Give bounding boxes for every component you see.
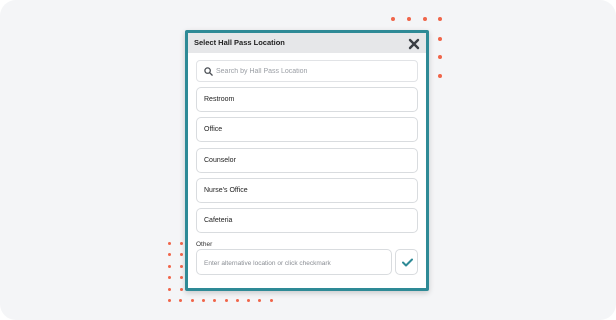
other-location-input[interactable]	[204, 257, 386, 269]
decorative-dot	[423, 17, 427, 21]
confirm-other-button[interactable]	[395, 249, 418, 275]
decorative-dot	[180, 276, 183, 279]
location-option[interactable]: Office	[196, 117, 418, 143]
close-button[interactable]	[408, 37, 420, 50]
search-icon	[204, 67, 213, 76]
decorative-dot	[258, 299, 262, 302]
location-list: Restroom Office Counselor Nurse's Office…	[196, 87, 418, 238]
decorative-dot	[235, 299, 239, 302]
decorative-dot	[180, 288, 183, 291]
other-label: Other	[196, 241, 213, 248]
location-option[interactable]: Cafeteria	[196, 208, 418, 234]
decorative-dot	[213, 299, 217, 302]
decorative-dot	[168, 264, 171, 268]
close-icon	[408, 38, 420, 50]
decorative-dot	[168, 299, 171, 302]
checkmark-icon	[402, 258, 413, 267]
decorative-dot	[247, 299, 251, 302]
decorative-dot	[180, 242, 183, 245]
background-canvas: Select Hall Pass Location Restroom Offic…	[0, 0, 616, 320]
decorative-dot	[168, 276, 171, 280]
location-option[interactable]: Nurse's Office	[196, 177, 418, 203]
decorative-dot	[391, 17, 395, 21]
other-location-field[interactable]	[196, 249, 392, 275]
decorative-dot	[180, 265, 183, 268]
decorative-dot	[179, 299, 183, 302]
search-field[interactable]	[196, 60, 418, 82]
search-input[interactable]	[216, 65, 412, 78]
decorative-dot	[224, 299, 228, 302]
decorative-dot	[168, 253, 171, 257]
decorative-dot	[438, 55, 442, 59]
decorative-dot	[168, 242, 171, 245]
hall-pass-dialog: Select Hall Pass Location Restroom Offic…	[188, 33, 426, 288]
decorative-dot	[201, 299, 205, 302]
dialog-header: Select Hall Pass Location	[188, 33, 426, 53]
decorative-dot	[168, 287, 171, 291]
decorative-dot	[438, 74, 442, 78]
decorative-dot	[269, 299, 273, 302]
decorative-dot	[407, 17, 411, 21]
dialog-title: Select Hall Pass Location	[194, 38, 285, 47]
location-option[interactable]: Restroom	[196, 87, 418, 112]
decorative-dot	[438, 17, 442, 21]
location-option[interactable]: Counselor	[196, 147, 418, 173]
decorative-dot	[180, 253, 183, 256]
decorative-dot	[438, 37, 442, 41]
decorative-dot	[190, 299, 194, 302]
